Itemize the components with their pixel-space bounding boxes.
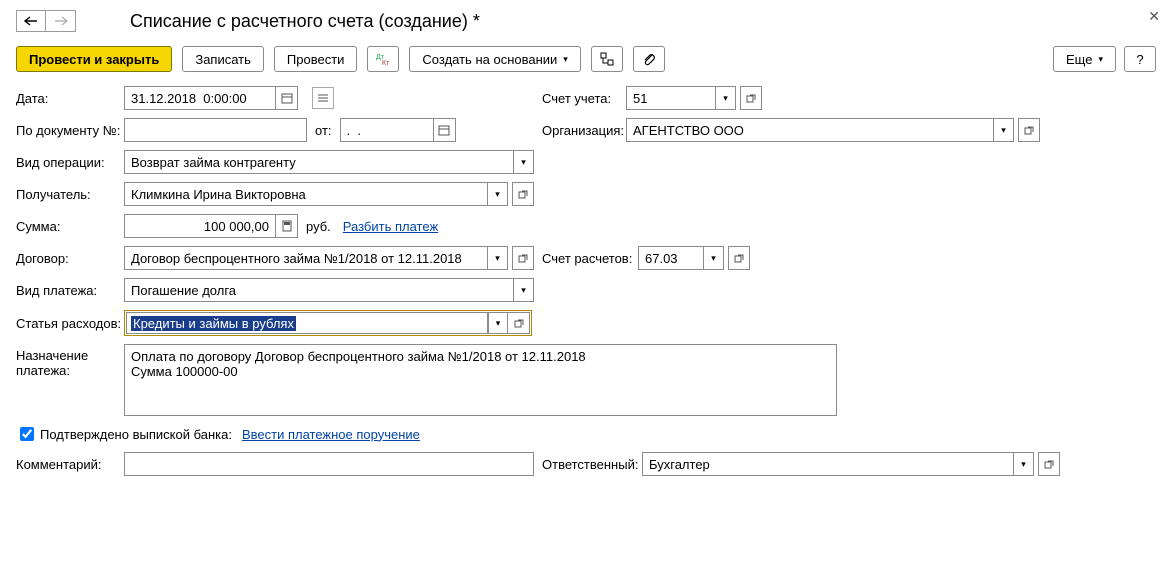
- contract-open-button[interactable]: [512, 246, 534, 270]
- settleacc-open-button[interactable]: [728, 246, 750, 270]
- contract-input[interactable]: [124, 246, 488, 270]
- settleacc-input[interactable]: [638, 246, 704, 270]
- structure-button[interactable]: [591, 46, 623, 72]
- debit-credit-button[interactable]: Дт Кт: [367, 46, 399, 72]
- dt-kt-icon: Дт Кт: [375, 52, 391, 66]
- expense-value: Кредиты и займы в рублях: [131, 316, 296, 331]
- close-button[interactable]: ✕: [1148, 8, 1160, 25]
- expense-field-focused: Кредиты и займы в рублях ▾: [124, 310, 532, 336]
- lines-icon: [317, 93, 329, 103]
- org-input[interactable]: [626, 118, 994, 142]
- org-label: Организация:: [542, 123, 626, 138]
- create-based-label: Создать на основании: [422, 52, 557, 67]
- structure-icon: [600, 52, 614, 66]
- enter-order-link[interactable]: Ввести платежное поручение: [242, 427, 420, 442]
- open-icon: [746, 93, 756, 103]
- expense-input[interactable]: Кредиты и займы в рублях: [126, 312, 488, 334]
- more-button[interactable]: Еще ▾: [1053, 46, 1116, 72]
- recipient-input[interactable]: [124, 182, 488, 206]
- svg-text:Кт: Кт: [382, 60, 390, 66]
- org-open-button[interactable]: [1018, 118, 1040, 142]
- rub-label: руб.: [306, 219, 331, 234]
- date-input[interactable]: [124, 86, 276, 110]
- confirmed-checkbox[interactable]: [20, 427, 34, 441]
- open-icon: [514, 318, 524, 328]
- recipient-label: Получатель:: [16, 187, 124, 202]
- chevron-down-icon: ▾: [563, 54, 568, 65]
- expense-select-button[interactable]: ▾: [488, 312, 508, 334]
- help-button[interactable]: ?: [1124, 46, 1156, 72]
- responsible-select-button[interactable]: ▾: [1014, 452, 1034, 476]
- optype-select-button[interactable]: ▾: [514, 150, 534, 174]
- docdate-input[interactable]: [340, 118, 434, 142]
- from-label: от:: [315, 123, 332, 138]
- confirmed-label: Подтверждено выпиской банка:: [40, 427, 232, 442]
- comment-input[interactable]: [124, 452, 534, 476]
- question-icon: ?: [1136, 52, 1143, 67]
- contract-select-button[interactable]: ▾: [488, 246, 508, 270]
- arrow-right-icon: [54, 16, 68, 26]
- nav-back-button[interactable]: [16, 10, 46, 32]
- calculator-icon: [281, 220, 293, 232]
- paytype-label: Вид платежа:: [16, 283, 124, 298]
- open-icon: [518, 189, 528, 199]
- expense-label: Статья расходов:: [16, 316, 124, 331]
- sum-calc-button[interactable]: [276, 214, 298, 238]
- open-icon: [734, 253, 744, 263]
- details-button[interactable]: [312, 87, 334, 109]
- calendar-icon: [281, 92, 293, 104]
- open-icon: [1044, 459, 1054, 469]
- purpose-textarea[interactable]: [124, 344, 837, 416]
- sum-label: Сумма:: [16, 219, 124, 234]
- recipient-open-button[interactable]: [512, 182, 534, 206]
- paytype-select-button[interactable]: ▾: [514, 278, 534, 302]
- optype-input[interactable]: [124, 150, 514, 174]
- post-and-close-button[interactable]: Провести и закрыть: [16, 46, 172, 72]
- account-select-button[interactable]: ▾: [716, 86, 736, 110]
- save-button[interactable]: Записать: [182, 46, 264, 72]
- docnum-input[interactable]: [124, 118, 307, 142]
- arrow-left-icon: [24, 16, 38, 26]
- create-based-on-button[interactable]: Создать на основании ▾: [409, 46, 580, 72]
- more-label: Еще: [1066, 52, 1092, 67]
- paperclip-icon: [642, 52, 656, 66]
- expense-open-button[interactable]: [508, 312, 530, 334]
- comment-label: Комментарий:: [16, 457, 124, 472]
- org-select-button[interactable]: ▾: [994, 118, 1014, 142]
- account-open-button[interactable]: [740, 86, 762, 110]
- responsible-label: Ответственный:: [542, 457, 642, 472]
- open-icon: [518, 253, 528, 263]
- docnum-label: По документу №:: [16, 123, 124, 138]
- optype-label: Вид операции:: [16, 155, 124, 170]
- settleacc-select-button[interactable]: ▾: [704, 246, 724, 270]
- account-label: Счет учета:: [542, 91, 626, 106]
- sum-input[interactable]: [124, 214, 276, 238]
- docdate-calendar-button[interactable]: [434, 118, 456, 142]
- nav-forward-button[interactable]: [46, 10, 76, 32]
- responsible-input[interactable]: [642, 452, 1014, 476]
- responsible-open-button[interactable]: [1038, 452, 1060, 476]
- chevron-down-icon: ▾: [1098, 54, 1103, 65]
- date-label: Дата:: [16, 91, 124, 106]
- post-button[interactable]: Провести: [274, 46, 358, 72]
- purpose-label: Назначение платежа:: [16, 344, 124, 378]
- page-title: Списание с расчетного счета (создание) *: [130, 11, 480, 32]
- open-icon: [1024, 125, 1034, 135]
- date-calendar-button[interactable]: [276, 86, 298, 110]
- contract-label: Договор:: [16, 251, 124, 266]
- paytype-input[interactable]: [124, 278, 514, 302]
- split-payment-link[interactable]: Разбить платеж: [343, 219, 438, 234]
- account-input[interactable]: [626, 86, 716, 110]
- settleacc-label: Счет расчетов:: [542, 251, 638, 266]
- attach-button[interactable]: [633, 46, 665, 72]
- recipient-select-button[interactable]: ▾: [488, 182, 508, 206]
- calendar-icon: [438, 124, 450, 136]
